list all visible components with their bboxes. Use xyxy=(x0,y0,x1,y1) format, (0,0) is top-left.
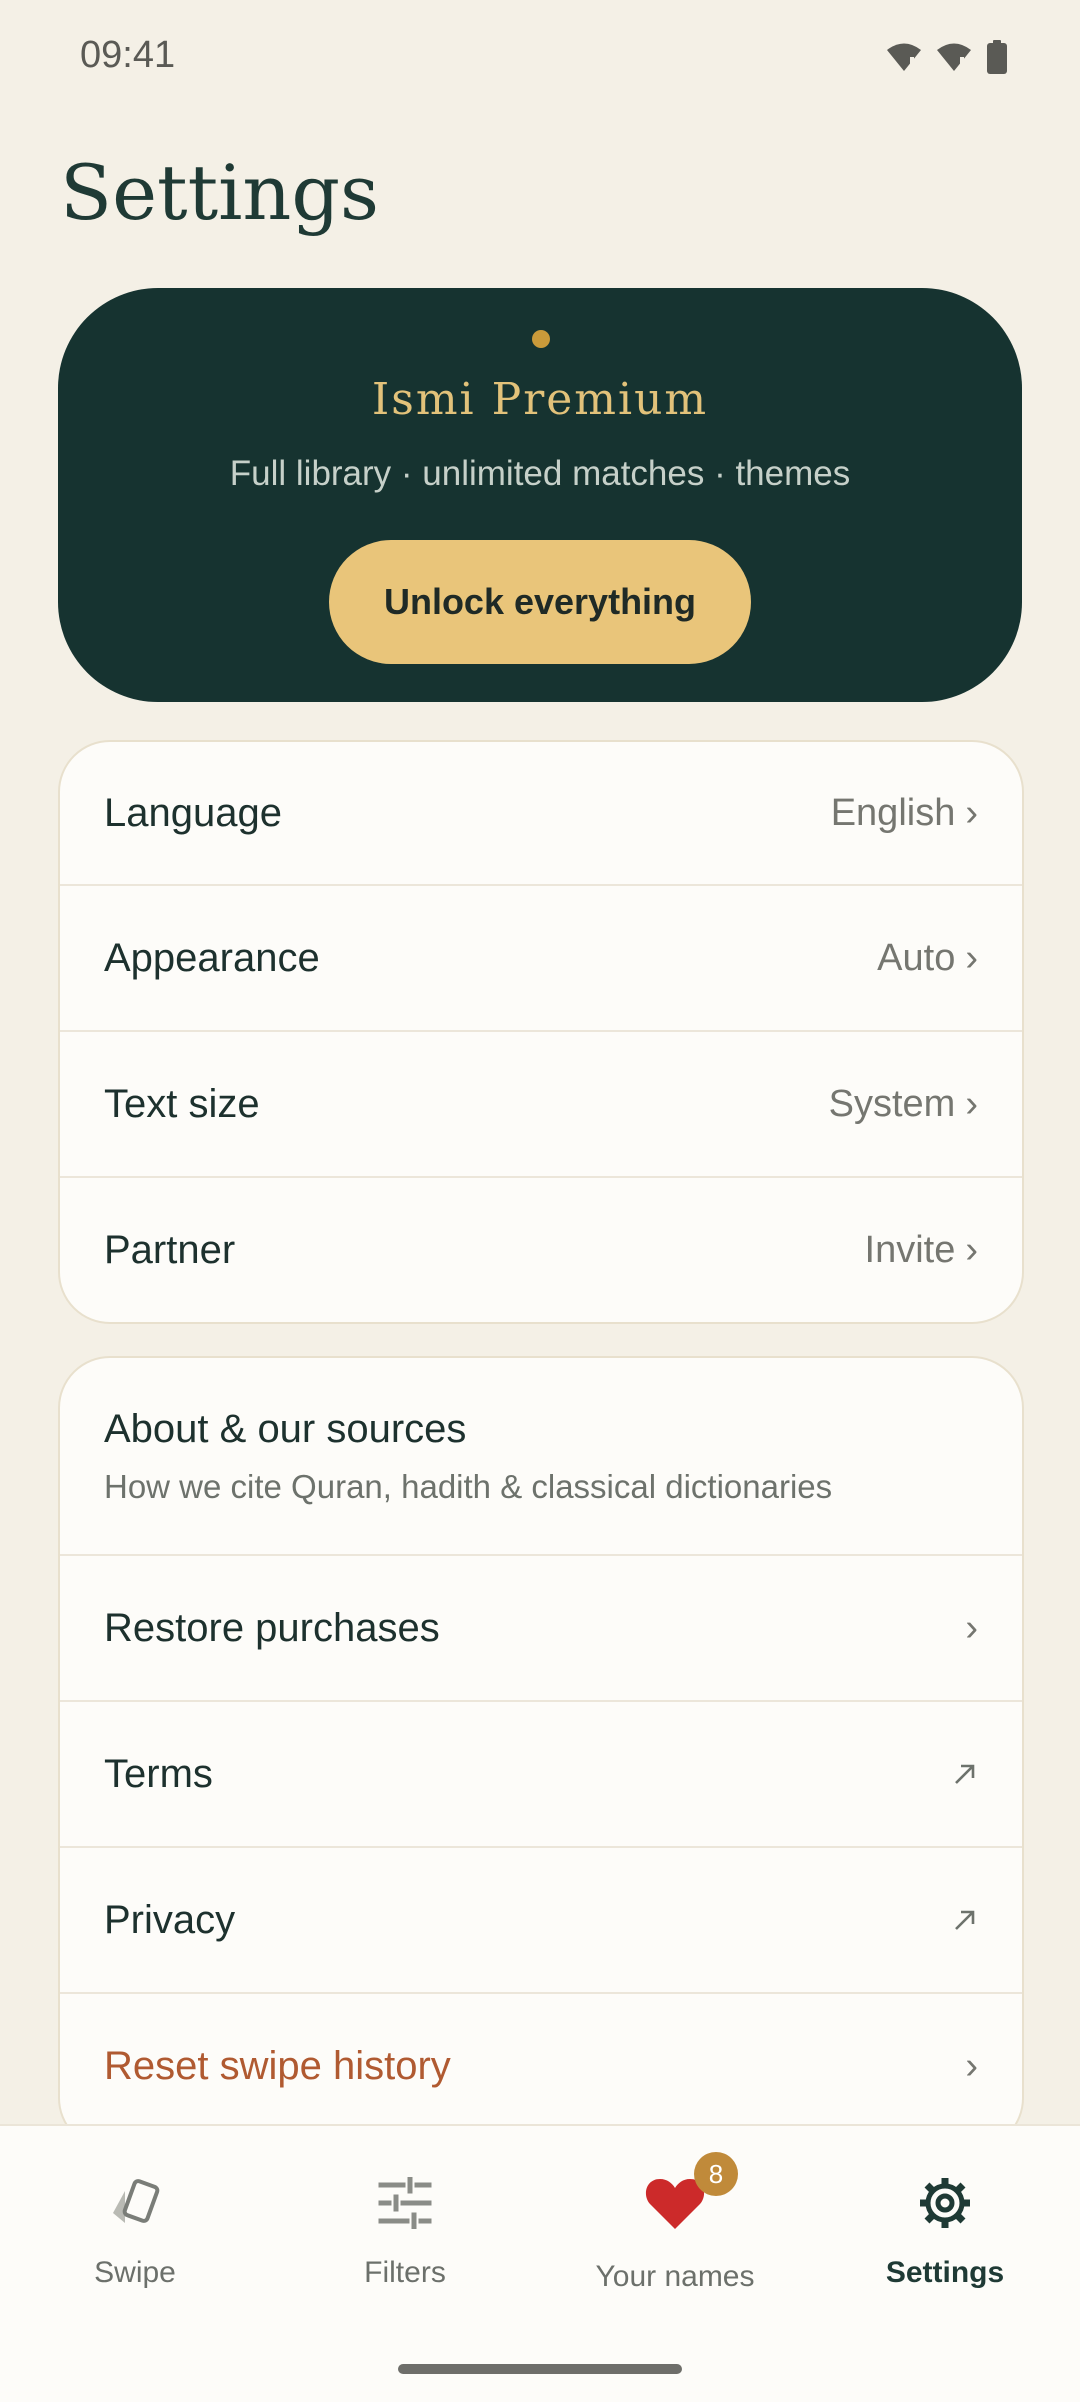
terms-label: Terms xyxy=(104,1751,213,1796)
status-bar: 09:41 xyxy=(0,0,1080,116)
about-sources-label: About & our sources xyxy=(104,1406,467,1451)
your-names-count-badge: 8 xyxy=(694,2152,738,2196)
chevron-right-icon: › xyxy=(965,791,978,834)
swipe-cards-icon xyxy=(113,2179,160,2223)
status-icons xyxy=(886,40,1008,74)
language-row[interactable]: Language English › xyxy=(60,742,1022,884)
home-indicator[interactable] xyxy=(398,2364,682,2374)
reset-swipe-history-label: Reset swipe history xyxy=(104,2043,451,2088)
appearance-value-wrap: Auto › xyxy=(877,937,978,980)
chevron-right-icon: › xyxy=(965,936,978,979)
restore-purchases-row[interactable]: Restore purchases › xyxy=(60,1554,1022,1700)
partner-value-wrap: Invite › xyxy=(865,1229,978,1272)
language-label: Language xyxy=(104,790,282,835)
nav-filters-label: Filters xyxy=(364,2256,446,2289)
nav-your-names[interactable]: 8 Your names xyxy=(540,2126,810,2336)
nav-settings[interactable]: Settings xyxy=(810,2126,1080,2336)
premium-card: Ismi Premium Full library · unlimited ma… xyxy=(58,288,1022,702)
battery-icon xyxy=(987,40,1007,74)
info-group: About & our sources How we cite Quran, h… xyxy=(58,1356,1024,2150)
wifi-icon xyxy=(887,43,921,72)
nav-settings-label: Settings xyxy=(885,2256,1005,2289)
bottom-nav: Swipe Filters 8 Your names Settings xyxy=(0,2124,1080,2402)
terms-row[interactable]: Terms xyxy=(60,1700,1022,1846)
about-sources-sublabel: How we cite Quran, hadith & classical di… xyxy=(104,1467,833,1505)
about-sources-row[interactable]: About & our sources How we cite Quran, h… xyxy=(60,1358,1022,1554)
unlock-everything-button[interactable]: Unlock everything xyxy=(329,540,751,664)
restore-purchases-label: Restore purchases xyxy=(104,1605,440,1650)
language-value: English xyxy=(830,791,956,834)
partner-value: Invite xyxy=(864,1228,956,1271)
external-link-icon xyxy=(955,1910,975,1930)
text-size-value: System xyxy=(828,1082,956,1125)
nav-your-names-label: Your names xyxy=(595,2260,755,2293)
partner-row[interactable]: Partner Invite › xyxy=(60,1176,1022,1322)
nav-swipe-icon-wrap xyxy=(102,2170,168,2236)
chevron-right-icon: › xyxy=(965,2044,978,2087)
chevron-right-icon: › xyxy=(965,1228,978,1271)
text-size-value-wrap: System › xyxy=(829,1083,978,1126)
chevron-right-icon: › xyxy=(965,1082,978,1125)
external-link-icon xyxy=(955,1764,975,1784)
premium-subtitle: Full library · unlimited matches · theme… xyxy=(229,454,851,493)
premium-title: Ismi Premium xyxy=(371,374,709,425)
text-size-label: Text size xyxy=(104,1081,260,1126)
nav-settings-icon-wrap xyxy=(912,2170,978,2236)
nav-swipe-label: Swipe xyxy=(94,2256,176,2289)
text-size-row[interactable]: Text size System › xyxy=(60,1030,1022,1176)
appearance-label: Appearance xyxy=(104,935,320,980)
privacy-label: Privacy xyxy=(104,1897,236,1942)
language-value-wrap: English › xyxy=(831,792,978,835)
nav-filters-icon-wrap xyxy=(372,2170,438,2236)
nav-swipe[interactable]: Swipe xyxy=(0,2126,270,2336)
sliders-icon xyxy=(378,2177,432,2229)
privacy-row[interactable]: Privacy xyxy=(60,1846,1022,1992)
page-title: Settings xyxy=(60,148,380,237)
nav-filters[interactable]: Filters xyxy=(270,2126,540,2336)
chevron-right-icon: › xyxy=(965,1606,978,1649)
premium-dot-icon xyxy=(532,330,550,348)
reset-swipe-history-row[interactable]: Reset swipe history › xyxy=(60,1992,1022,2138)
appearance-row[interactable]: Appearance Auto › xyxy=(60,884,1022,1030)
appearance-value: Auto xyxy=(877,936,956,979)
nav-your-names-icon-wrap: 8 xyxy=(642,2152,738,2236)
signal-icon xyxy=(937,43,971,72)
status-time: 09:41 xyxy=(80,34,176,76)
partner-label: Partner xyxy=(104,1227,236,1272)
preferences-group: Language English › Appearance Auto › Tex… xyxy=(58,740,1024,1324)
gear-icon xyxy=(920,2178,970,2228)
